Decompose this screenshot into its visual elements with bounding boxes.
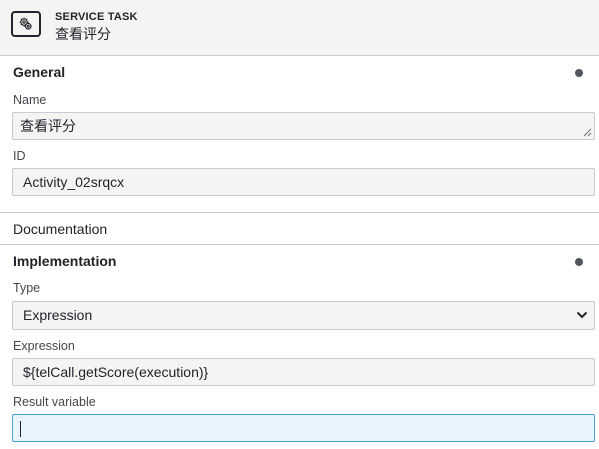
type-selected-value: Expression [23,307,93,323]
text-cursor [20,421,21,437]
id-label: ID [13,149,26,163]
chevron-down-icon [576,311,588,319]
expression-value: ${telCall.getScore(execution)} [23,364,209,380]
expression-label: Expression [13,339,75,353]
section-general-title: General [13,64,66,80]
section-general-status-dot [575,69,583,77]
name-label: Name [13,93,47,107]
type-label: Type [13,281,41,295]
gear-icon [19,17,32,30]
expression-input[interactable]: ${telCall.getScore(execution)} [12,358,595,386]
name-textarea[interactable]: 查看评分 [12,112,595,140]
properties-header: SERVICE TASK 查看评分 [0,0,599,56]
section-implementation-status-dot [575,258,583,266]
id-input[interactable]: Activity_02srqcx [12,168,595,196]
divider [0,212,599,213]
section-implementation-title: Implementation [13,253,117,269]
element-type-label: SERVICE TASK [55,11,138,23]
section-implementation-header[interactable]: Implementation [0,253,599,273]
result-variable-label: Result variable [13,395,96,409]
section-documentation-title: Documentation [13,221,108,237]
service-task-icon [11,11,41,37]
resize-grip-icon[interactable] [582,127,592,137]
result-variable-input[interactable] [12,414,595,442]
type-select[interactable]: Expression [12,301,595,330]
element-name-label: 查看评分 [55,26,111,42]
divider [0,244,599,245]
id-value: Activity_02srqcx [23,174,125,190]
section-documentation-header[interactable]: Documentation [0,221,599,241]
section-general-header[interactable]: General [0,64,599,84]
name-value: 查看评分 [20,118,76,134]
